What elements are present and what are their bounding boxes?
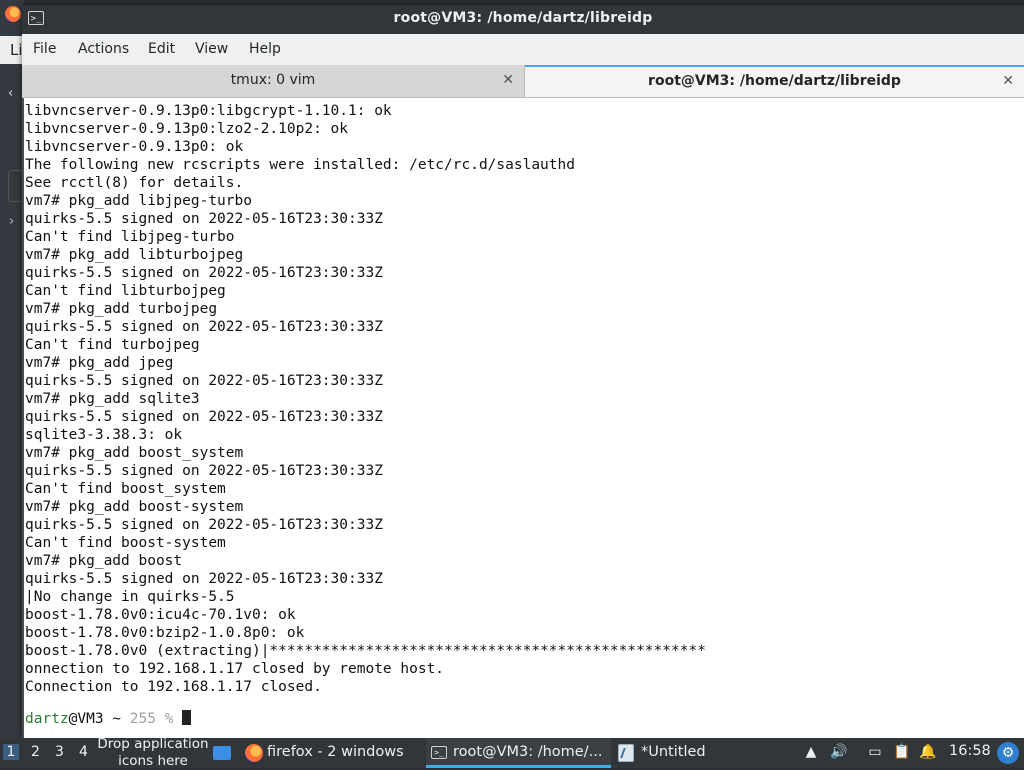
terminal-line: vm7# pkg_add libturbojpeg [25,247,244,263]
terminal-output[interactable]: libvncserver-0.9.13p0:libgcrypt-1.10.1: … [22,98,1024,738]
text-cursor [182,710,192,725]
firefox-icon [245,744,263,762]
terminal-line: libvncserver-0.9.13p0:libgcrypt-1.10.1: … [25,103,392,119]
menu-view[interactable]: View [195,41,228,57]
terminal-line: quirks-5.5 signed on 2022-05-16T23:30:33… [25,409,383,425]
terminal-line: sqlite3-3.38.3: ok [25,427,183,443]
menu-file[interactable]: File [33,41,56,57]
terminal-line: boost-1.78.0v0 (extracting)|************… [25,643,706,659]
terminal-line: Can't find libjpeg-turbo [25,229,235,245]
workspace-1[interactable]: 1 [3,744,19,760]
updates-icon[interactable]: ▲ [802,743,820,761]
terminal-line: quirks-5.5 signed on 2022-05-16T23:30:33… [25,571,383,587]
quicklaunch-drop-hint[interactable]: Drop application icons here [92,736,214,770]
text-editor-icon [618,744,634,762]
prompt-host: @VM3 [68,711,104,727]
close-icon[interactable]: ✕ [1002,67,1014,95]
task-firefox[interactable]: firefox - 2 windows [243,738,423,768]
prompt-cwd: ~ [103,711,130,727]
task-text-editor[interactable]: *Untitled [616,738,786,768]
taskbar: 1 2 3 4 Drop application icons here fire… [0,736,1024,770]
terminal-line: boost-1.78.0v0:bzip2-1.0.8p0: ok [25,625,305,641]
clock[interactable]: 16:58 [949,743,991,759]
tab-bar: tmux: 0 vim ✕ root@VM3: /home/dartz/libr… [22,65,1024,98]
terminal-line: quirks-5.5 signed on 2022-05-16T23:30:33… [25,265,383,281]
terminal-line: Can't find libturbojpeg [25,283,226,299]
terminal-line: quirks-5.5 signed on 2022-05-16T23:30:33… [25,319,383,335]
terminal-line: vm7# pkg_add jpeg [25,355,174,371]
terminal-line: vm7# pkg_add sqlite3 [25,391,200,407]
terminal-line: libvncserver-0.9.13p0: ok [25,139,244,155]
terminal-line: quirks-5.5 signed on 2022-05-16T23:30:33… [25,517,383,533]
volume-icon[interactable]: 🔊 [830,743,848,761]
terminal-line: vm7# pkg_add boost [25,553,183,569]
terminal-line: onnection to 192.168.1.17 closed by remo… [25,661,445,677]
shell-prompt[interactable]: dartz@VM3 ~ 255 % [25,710,192,728]
terminal-line: quirks-5.5 signed on 2022-05-16T23:30:33… [25,211,383,227]
terminal-line: vm7# pkg_add boost_system [25,445,244,461]
terminal-line: boost-1.78.0v0:icu4c-70.1v0: ok [25,607,296,623]
back-arrow-icon[interactable]: ‹ [8,86,13,101]
terminal-line: vm7# pkg_add boost-system [25,499,244,515]
clipboard-icon[interactable]: 📋 [893,743,911,761]
terminal-line: Connection to 192.168.1.17 closed. [25,679,322,695]
window-titlebar[interactable]: >_ root@VM3: /home/dartz/libreidp [22,5,1024,34]
workspace-4[interactable]: 4 [79,744,88,760]
task-label: root@VM3: /home/... [453,744,603,760]
menu-actions[interactable]: Actions [78,41,129,57]
chevron-right-icon[interactable]: › [9,214,14,229]
terminal-window: >_ root@VM3: /home/dartz/libreidp File A… [22,5,1024,738]
terminal-line: |No change in quirks-5.5 [25,589,235,605]
terminal-line: Can't find boost-system [25,535,226,551]
show-desktop-icon[interactable] [213,746,231,760]
terminal-line: quirks-5.5 signed on 2022-05-16T23:30:33… [25,373,383,389]
menu-help[interactable]: Help [249,41,281,57]
background-window-tab[interactable]: Li [0,36,24,64]
task-label: firefox - 2 windows [267,744,404,760]
terminal-line: quirks-5.5 signed on 2022-05-16T23:30:33… [25,463,383,479]
notifications-icon[interactable]: 🔔 [919,743,937,761]
terminal-icon: >_ [431,746,447,759]
window-title: root@VM3: /home/dartz/libreidp [393,10,653,26]
firefox-icon[interactable] [5,6,21,22]
terminal-line: Can't find turbojpeg [25,337,200,353]
network-icon[interactable]: ▭ [866,743,884,761]
close-icon[interactable]: ✕ [502,65,514,96]
terminal-line: The following new rcscripts were install… [25,157,575,173]
terminal-line: vm7# pkg_add libjpeg-turbo [25,193,252,209]
tab-tmux[interactable]: tmux: 0 vim ✕ [22,65,525,97]
prompt-user: dartz [25,711,69,727]
terminal-line: libvncserver-0.9.13p0:lzo2-2.10p2: ok [25,121,349,137]
tab-label: root@VM3: /home/dartz/libreidp [648,73,901,89]
tab-label: tmux: 0 vim [230,72,316,88]
desktop-background: Li ‹ › [0,0,25,738]
task-terminal[interactable]: >_ root@VM3: /home/... [426,738,611,768]
app-menu-icon[interactable]: ⚙ [997,742,1019,764]
tab-root-shell[interactable]: root@VM3: /home/dartz/libreidp ✕ [525,65,1024,97]
menu-edit[interactable]: Edit [148,41,175,57]
workspace-3[interactable]: 3 [55,744,64,760]
terminal-line: Can't find boost_system [25,481,226,497]
terminal-line: vm7# pkg_add turbojpeg [25,301,218,317]
workspace-2[interactable]: 2 [31,744,40,760]
terminal-line: See rcctl(8) for details. [25,175,244,191]
prompt-status: 255 % [129,711,183,727]
menu-bar: File Actions Edit View Help [22,34,1024,65]
task-label: *Untitled [641,744,706,760]
